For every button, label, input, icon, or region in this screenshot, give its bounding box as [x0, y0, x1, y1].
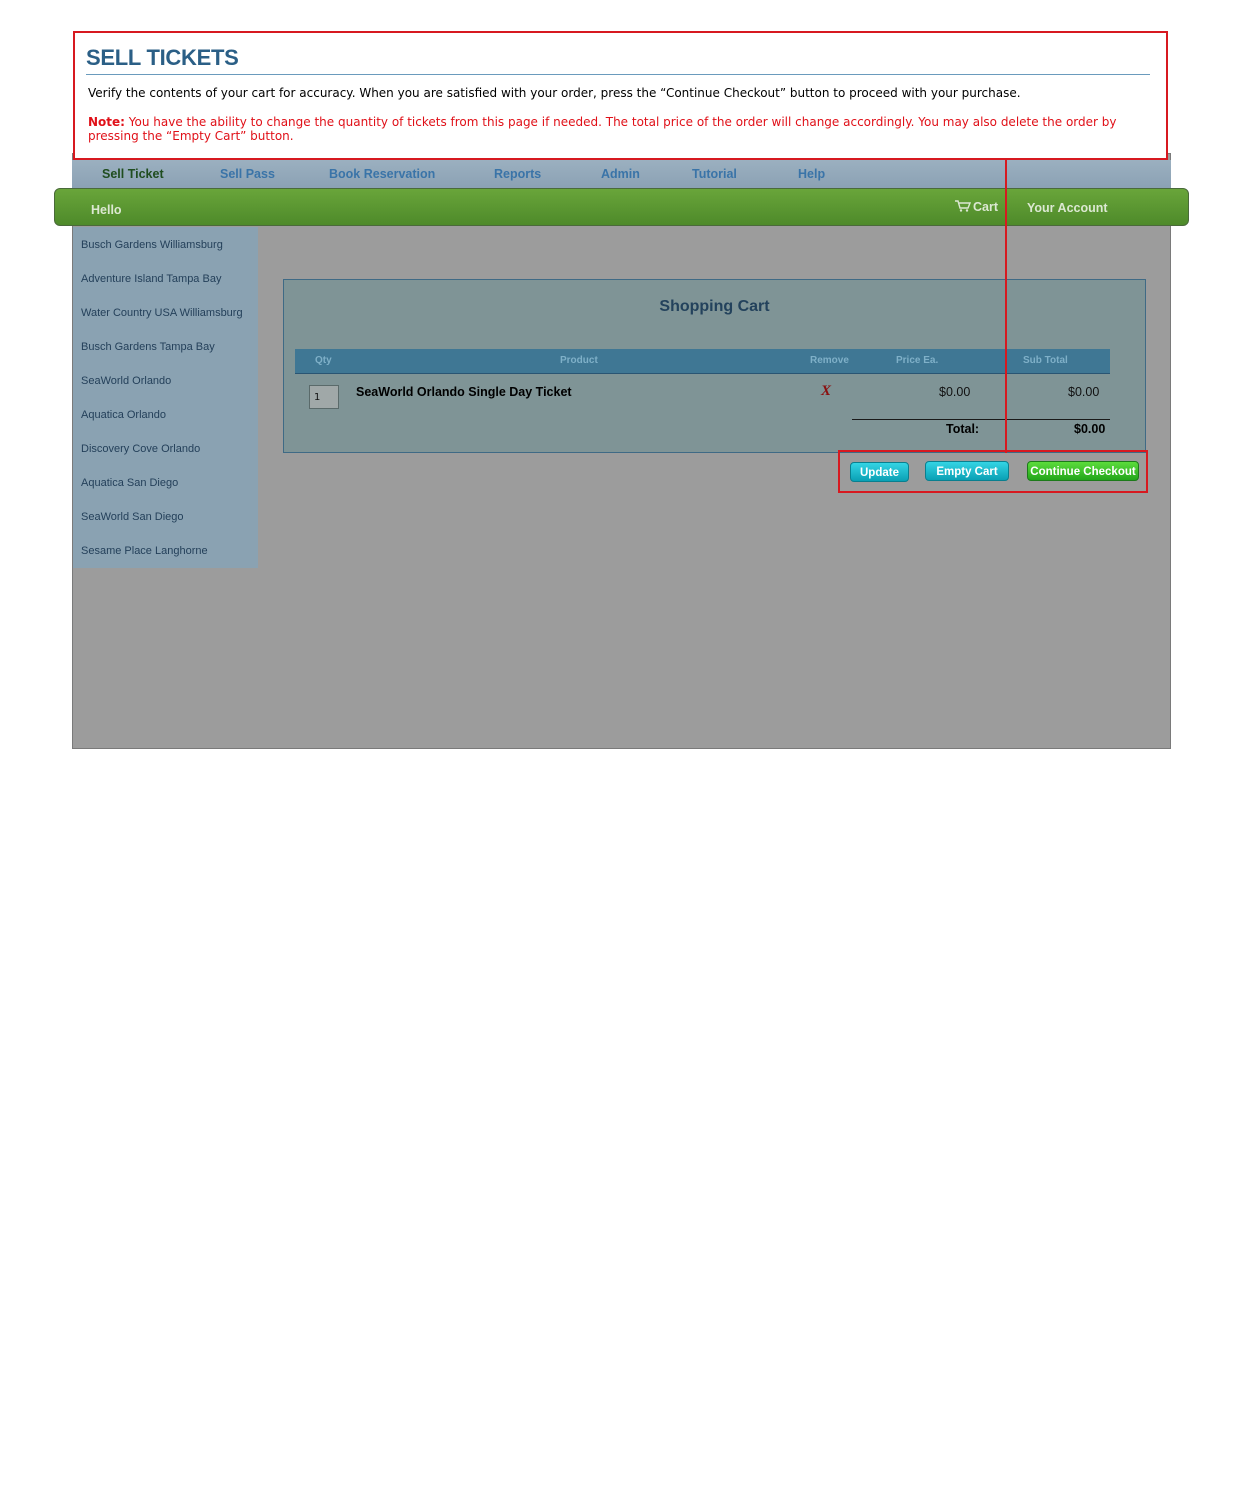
sidebar-item-seaworld-orlando[interactable]: SeaWorld Orlando: [73, 363, 258, 397]
remove-item-icon[interactable]: X: [821, 383, 831, 400]
nav-book-reservation[interactable]: Book Reservation: [329, 167, 435, 181]
user-bar: Hello Cart Your Account: [54, 188, 1189, 226]
total-label: Total:: [946, 422, 980, 436]
shopping-cart-panel: Shopping Cart Qty Product Remove Price E…: [283, 279, 1146, 453]
note-label: Note:: [88, 115, 125, 129]
column-product: Product: [560, 355, 598, 366]
callout-connector: [1005, 158, 1007, 453]
column-qty: Qty: [315, 355, 332, 366]
sidebar-item-adventure-island-tampa-bay[interactable]: Adventure Island Tampa Bay: [73, 261, 258, 295]
sidebar-item-seaworld-san-diego[interactable]: SeaWorld San Diego: [73, 499, 258, 533]
column-price: Price Ea.: [896, 355, 939, 366]
nav-help[interactable]: Help: [798, 167, 825, 181]
total-divider: [852, 419, 1110, 420]
hello-text: Hello: [91, 203, 122, 217]
row-subtotal: $0.00: [1068, 385, 1100, 399]
note-text: You have the ability to change the quant…: [88, 115, 1117, 143]
nav-admin[interactable]: Admin: [601, 167, 640, 181]
your-account-link[interactable]: Your Account: [1027, 201, 1108, 215]
nav-sell-pass[interactable]: Sell Pass: [220, 167, 275, 181]
product-name: SeaWorld Orlando Single Day Ticket: [356, 385, 572, 399]
column-remove: Remove: [810, 355, 849, 366]
cart-title: Shopping Cart: [659, 298, 770, 315]
cart-icon: [955, 200, 971, 212]
nav-tutorial[interactable]: Tutorial: [692, 167, 737, 181]
nav-sell-ticket[interactable]: Sell Ticket: [102, 167, 164, 181]
instruction-callout: SELL TICKETS Verify the contents of your…: [73, 31, 1168, 160]
park-sidebar: Busch Gardens Williamsburg Adventure Isl…: [73, 227, 258, 568]
total-value: $0.00: [1074, 422, 1106, 436]
callout-note: Note: You have the ability to change the…: [88, 115, 1153, 143]
quantity-input[interactable]: 1: [309, 385, 339, 409]
sidebar-item-water-country-usa-williamsburg[interactable]: Water Country USA Williamsburg: [73, 295, 258, 329]
callout-instructions: Verify the contents of your cart for acc…: [88, 86, 1021, 100]
cart-label: Cart: [973, 200, 999, 214]
sidebar-item-busch-gardens-williamsburg[interactable]: Busch Gardens Williamsburg: [73, 227, 258, 261]
callout-divider: [86, 74, 1150, 75]
cart-table-header: Qty Product Remove Price Ea. Sub Total: [295, 349, 1110, 374]
sidebar-item-aquatica-orlando[interactable]: Aquatica Orlando: [73, 397, 258, 431]
callout-title: SELL TICKETS: [86, 45, 239, 70]
sidebar-item-aquatica-san-diego[interactable]: Aquatica San Diego: [73, 465, 258, 499]
sidebar-item-discovery-cove-orlando[interactable]: Discovery Cove Orlando: [73, 431, 258, 465]
sidebar-item-busch-gardens-tampa-bay[interactable]: Busch Gardens Tampa Bay: [73, 329, 258, 363]
buttons-highlight-box: [838, 450, 1148, 493]
price-each: $0.00: [939, 385, 971, 399]
column-subtotal: Sub Total: [1023, 355, 1068, 366]
cart-link[interactable]: Cart: [955, 200, 998, 214]
sidebar-item-sesame-place-langhorne[interactable]: Sesame Place Langhorne: [73, 533, 258, 567]
nav-reports[interactable]: Reports: [494, 167, 541, 181]
